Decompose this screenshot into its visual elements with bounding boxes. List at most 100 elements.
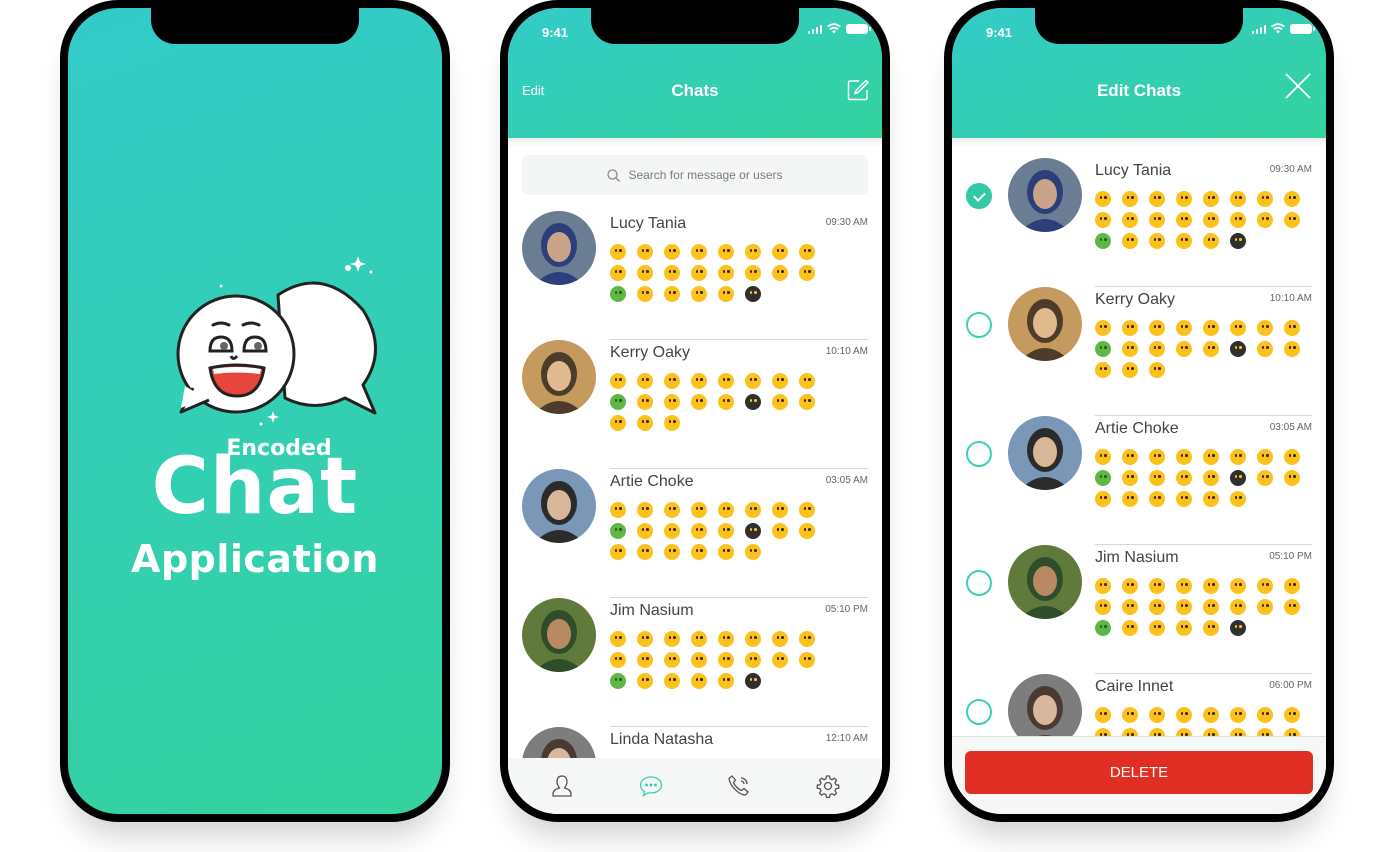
- search-placeholder: Search for message or users: [628, 168, 783, 182]
- emoji-icon: [610, 394, 626, 410]
- emoji-icon: [1176, 491, 1192, 507]
- emoji-icon: [1284, 578, 1300, 594]
- emoji-icon: [1257, 599, 1273, 615]
- delete-button[interactable]: DELETE: [965, 751, 1313, 794]
- page-title: Chats: [671, 81, 719, 100]
- emoji-icon: [664, 502, 680, 518]
- emoji-icon: [1176, 707, 1192, 723]
- emoji-icon: [1095, 212, 1111, 228]
- select-checkbox[interactable]: [966, 570, 992, 596]
- phone-splash: Encoded Chat Application: [60, 0, 450, 822]
- chat-row[interactable]: Jim Nasium 05:10 PM: [508, 598, 882, 727]
- emoji-icon: [772, 523, 788, 539]
- emoji-icon: [1149, 212, 1165, 228]
- emoji-icon: [1122, 449, 1138, 465]
- tab-contacts[interactable]: [542, 766, 582, 806]
- emoji-icon: [1203, 449, 1219, 465]
- emoji-icon: [1095, 233, 1111, 249]
- emoji-icon: [1230, 578, 1246, 594]
- emoji-icon: [799, 373, 815, 389]
- select-checkbox[interactable]: [966, 183, 992, 209]
- search-icon: [607, 168, 621, 182]
- emoji-icon: [691, 544, 707, 560]
- emoji-icon: [664, 286, 680, 302]
- emoji-icon: [664, 523, 680, 539]
- emoji-icon: [1176, 599, 1192, 615]
- compose-icon[interactable]: [846, 78, 870, 102]
- chat-row[interactable]: Artie Choke 03:05 AM: [508, 469, 882, 598]
- status-time: 9:41: [542, 25, 569, 40]
- emoji-icon: [610, 286, 626, 302]
- emoji-icon: [1095, 191, 1111, 207]
- emoji-icon: [637, 544, 653, 560]
- tab-calls[interactable]: [719, 766, 759, 806]
- emoji-icon: [1122, 191, 1138, 207]
- message-time: 10:10 AM: [825, 346, 868, 357]
- avatar: [1008, 416, 1082, 490]
- emoji-icon: [1230, 599, 1246, 615]
- select-checkbox[interactable]: [966, 312, 992, 338]
- emoji-icon: [1176, 470, 1192, 486]
- message-time: 06:00 PM: [1269, 680, 1312, 691]
- search-input[interactable]: Search for message or users: [522, 155, 868, 195]
- emoji-icon: [1122, 599, 1138, 615]
- chat-row[interactable]: Lucy Tania 09:30 AM: [952, 158, 1326, 287]
- emoji-icon: [799, 265, 815, 281]
- emoji-icon: [745, 373, 761, 389]
- chat-bubble-icon: [639, 776, 662, 797]
- emoji-icon: [1203, 707, 1219, 723]
- emoji-icon: [610, 673, 626, 689]
- emoji-icon: [1122, 491, 1138, 507]
- emoji-icon: [691, 373, 707, 389]
- emoji-icon: [610, 265, 626, 281]
- emoji-icon: [772, 652, 788, 668]
- message-time: 03:05 AM: [825, 475, 868, 486]
- select-checkbox[interactable]: [966, 441, 992, 467]
- chat-row[interactable]: Kerry Oaky 10:10 AM: [508, 340, 882, 469]
- avatar: [522, 598, 596, 672]
- contact-name: Kerry Oaky: [1095, 291, 1176, 308]
- chat-row[interactable]: Jim Nasium 05:10 PM: [952, 545, 1326, 674]
- emoji-icon: [1149, 707, 1165, 723]
- emoji-icon: [1203, 599, 1219, 615]
- emoji-icon: [1095, 320, 1111, 336]
- page-title: Edit Chats: [1096, 81, 1182, 100]
- emoji-icon: [1203, 341, 1219, 357]
- emoji-icon: [718, 265, 734, 281]
- emoji-message: [610, 244, 826, 302]
- emoji-icon: [1284, 599, 1300, 615]
- emoji-icon: [1257, 470, 1273, 486]
- emoji-icon: [1284, 341, 1300, 357]
- emoji-icon: [1095, 470, 1111, 486]
- emoji-icon: [691, 394, 707, 410]
- contact-name: Lucy Tania: [1095, 162, 1172, 179]
- contact-name: Caire Innet: [1095, 678, 1174, 695]
- close-icon[interactable]: [1284, 72, 1312, 100]
- emoji-icon: [1149, 620, 1165, 636]
- contact-name: Lucy Tania: [610, 215, 687, 232]
- header-shadow: [508, 138, 882, 148]
- tab-settings[interactable]: [808, 766, 848, 806]
- emoji-icon: [664, 631, 680, 647]
- contact-name: Linda Natasha: [610, 731, 714, 748]
- chat-row[interactable]: Lucy Tania 09:30 AM: [508, 211, 882, 340]
- avatar: [522, 340, 596, 414]
- emoji-icon: [1230, 320, 1246, 336]
- chat-row[interactable]: Kerry Oaky 10:10 AM: [952, 287, 1326, 416]
- emoji-icon: [718, 673, 734, 689]
- emoji-icon: [745, 544, 761, 560]
- emoji-icon: [664, 673, 680, 689]
- emoji-icon: [691, 652, 707, 668]
- emoji-icon: [1284, 212, 1300, 228]
- emoji-icon: [1149, 491, 1165, 507]
- emoji-icon: [610, 244, 626, 260]
- battery-icon: [846, 23, 871, 34]
- emoji-icon: [1203, 320, 1219, 336]
- emoji-icon: [664, 373, 680, 389]
- emoji-icon: [1257, 191, 1273, 207]
- tab-chats[interactable]: [631, 766, 671, 806]
- select-checkbox[interactable]: [966, 699, 992, 725]
- emoji-icon: [691, 502, 707, 518]
- chat-row[interactable]: Artie Choke 03:05 AM: [952, 416, 1326, 545]
- emoji-icon: [1149, 233, 1165, 249]
